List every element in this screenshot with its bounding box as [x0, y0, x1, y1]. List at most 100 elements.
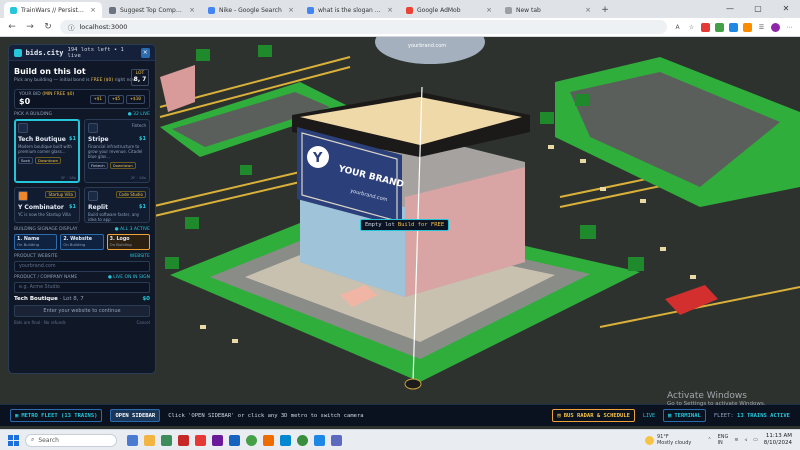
forward-icon[interactable]: → — [24, 22, 36, 32]
app-icon[interactable] — [195, 434, 206, 446]
maximize-icon[interactable]: ▢ — [744, 0, 772, 16]
close-window-icon[interactable]: ✕ — [772, 0, 800, 16]
task-view-icon[interactable] — [127, 434, 138, 446]
close-tab-icon[interactable]: × — [486, 6, 492, 14]
clock-date: 8/10/2024 — [763, 440, 792, 446]
browser-tab[interactable]: Google AdMob × — [400, 2, 498, 18]
signage-options: 1. Name On Building 2. Website On Buildi… — [14, 234, 150, 250]
app-icon[interactable] — [178, 434, 189, 446]
clock[interactable]: 11:13 AM 8/10/2024 — [764, 433, 792, 447]
building-card-replit[interactable]: Code Studio Replit $1 Build software fas… — [84, 187, 150, 223]
bid-plus-1-button[interactable]: +$1 — [89, 94, 107, 104]
company-name-input[interactable]: e.g. Acme Studio — [14, 282, 150, 293]
minimize-icon[interactable]: — — [716, 0, 744, 16]
card-price: $1 — [69, 136, 76, 142]
tab-favicon-icon — [505, 6, 512, 14]
extension-red-icon[interactable] — [701, 22, 710, 32]
lot-value: 8, 7 — [133, 76, 147, 83]
signage-name-toggle[interactable]: 1. Name On Building — [14, 234, 58, 250]
browser-tab-strip: TrainWars // Persistent 3D World×Suggest… — [0, 0, 800, 18]
card-title: Replit — [88, 204, 108, 211]
browser-tab[interactable]: Nike - Google Search × — [202, 2, 300, 18]
tooltip-text: Empty lot — [365, 222, 395, 228]
website-header: PRODUCT WEBSITE WEBSITE — [14, 254, 150, 259]
metro-fleet-button[interactable]: ▣ METRO FLEET (13 TRAINS) — [10, 409, 103, 422]
app-icon[interactable] — [229, 434, 240, 446]
signage-website-toggle[interactable]: 2. Website On Building — [60, 234, 104, 250]
battery-icon[interactable]: ▭ — [753, 437, 758, 443]
close-tab-icon[interactable]: × — [189, 6, 195, 14]
browser-tab[interactable]: what is the slogan of Nike - Google × — [301, 2, 399, 18]
wifi-icon[interactable]: ≋ — [734, 437, 738, 443]
volume-icon[interactable]: ◃ — [745, 437, 748, 443]
app-icon[interactable] — [331, 434, 342, 446]
site-info-icon[interactable]: ⓘ — [68, 22, 75, 32]
bid-plus-10-button[interactable]: +$10 — [126, 94, 145, 104]
windows-start-icon[interactable] — [8, 434, 19, 446]
building-card-stripe[interactable]: Fintech Stripe $1 Financial infrastructu… — [84, 119, 150, 183]
building-card-y-combinator[interactable]: Startup Villa Y Combinator $1 YC is now … — [14, 187, 80, 223]
more-menu-icon[interactable]: ⋯ — [785, 23, 794, 32]
close-tab-icon[interactable]: × — [90, 6, 96, 14]
language-indicator[interactable]: ENG IN — [718, 434, 729, 446]
star-icon[interactable]: ☆ — [687, 23, 696, 32]
close-tab-icon[interactable]: × — [288, 6, 294, 14]
extension-green-icon[interactable] — [715, 22, 724, 32]
browser-tab[interactable]: TrainWars // Persistent 3D World× — [4, 2, 102, 18]
continue-button[interactable]: Enter your website to continue — [14, 305, 150, 317]
terminal-button[interactable]: ▦ TERMINAL — [663, 409, 706, 422]
shop-icon — [18, 123, 28, 133]
extension-orange-icon[interactable] — [743, 22, 752, 32]
search-icon: ⌕ — [31, 436, 35, 443]
tray-chevron-icon[interactable]: ⌃ — [707, 437, 711, 443]
bid-box: YOUR BID (MIN FREE $0) $0 +$1 +$5 +$10 — [14, 89, 150, 109]
system-tray: ⌃ ENG IN ≋ ◃ ▭ 11:13 AM 8/10/2024 — [707, 433, 792, 447]
read-aloud-icon[interactable]: A — [673, 23, 682, 32]
new-tab-button[interactable]: + — [598, 2, 612, 18]
website-tag: WEBSITE — [129, 254, 150, 259]
fleet-active-count: 13 TRAINS ACTIVE — [737, 412, 790, 419]
tab-title: Suggest Top Companies — [120, 6, 186, 14]
website-label: PRODUCT WEBSITE — [14, 254, 58, 259]
chrome-icon[interactable] — [246, 434, 257, 446]
weather-widget[interactable]: 91°F Mostly cloudy — [644, 434, 691, 446]
website-input[interactable]: yourbrand.com — [14, 261, 150, 272]
card-description: Financial infrastructure to grow your re… — [88, 144, 143, 159]
summary-building: Tech Boutique — [14, 296, 58, 302]
card-price: $1 — [69, 204, 76, 210]
close-sidebar-button[interactable]: × — [140, 47, 150, 58]
building-card-tech-boutique[interactable]: Tech Boutique $1 Modern boutique built w… — [14, 119, 80, 183]
bus-radar-button[interactable]: ▤ BUS RADAR & SCHEDULE — [552, 409, 635, 422]
signage-logo-toggle[interactable]: 3. Logo On Building — [106, 234, 150, 250]
close-tab-icon[interactable]: × — [585, 6, 591, 14]
windows-taskbar: ⌕ Search 91°F Mostly cloudy ⌃ ENG IN ≋ ◃… — [0, 429, 800, 450]
close-tab-icon[interactable]: × — [387, 6, 393, 14]
browser-tab[interactable]: Suggest Top Companies × — [103, 2, 201, 18]
chrome-icon[interactable] — [297, 434, 308, 446]
app-icon[interactable] — [263, 434, 274, 446]
bus-radar-label: BUS RADAR & SCHEDULE — [563, 412, 630, 419]
profile-avatar[interactable] — [771, 22, 780, 32]
browser-tab[interactable]: New tab × — [499, 2, 597, 18]
app-icon[interactable] — [161, 434, 172, 446]
empty-lot-tooltip: Empty lot Build for FREE — [360, 219, 450, 231]
open-sidebar-button[interactable]: OPEN SIDEBAR — [110, 409, 161, 422]
extension-blue-icon[interactable] — [729, 22, 738, 32]
url-field[interactable]: ⓘ localhost:3000 — [60, 20, 667, 34]
terms-note: Bids are final · No refunds — [14, 320, 66, 325]
weather-icon — [644, 435, 654, 445]
region-code: IN — [717, 440, 723, 446]
cancel-link[interactable]: Cancel — [136, 320, 150, 325]
app-icon[interactable] — [280, 434, 291, 446]
edge-icon[interactable] — [314, 434, 325, 446]
taskbar-search[interactable]: ⌕ Search — [25, 433, 117, 447]
back-icon[interactable]: ← — [6, 22, 18, 32]
tab-title: Nike - Google Search — [219, 6, 282, 14]
bid-plus-5-button[interactable]: +$5 — [108, 94, 125, 104]
file-explorer-icon[interactable] — [144, 434, 155, 446]
orb-sign-url: yourbrand.com — [408, 43, 446, 49]
reload-icon[interactable]: ↻ — [42, 22, 54, 32]
favorites-icon[interactable]: ☰ — [757, 23, 766, 32]
card-price: $1 — [139, 136, 146, 142]
app-icon[interactable] — [212, 434, 223, 446]
